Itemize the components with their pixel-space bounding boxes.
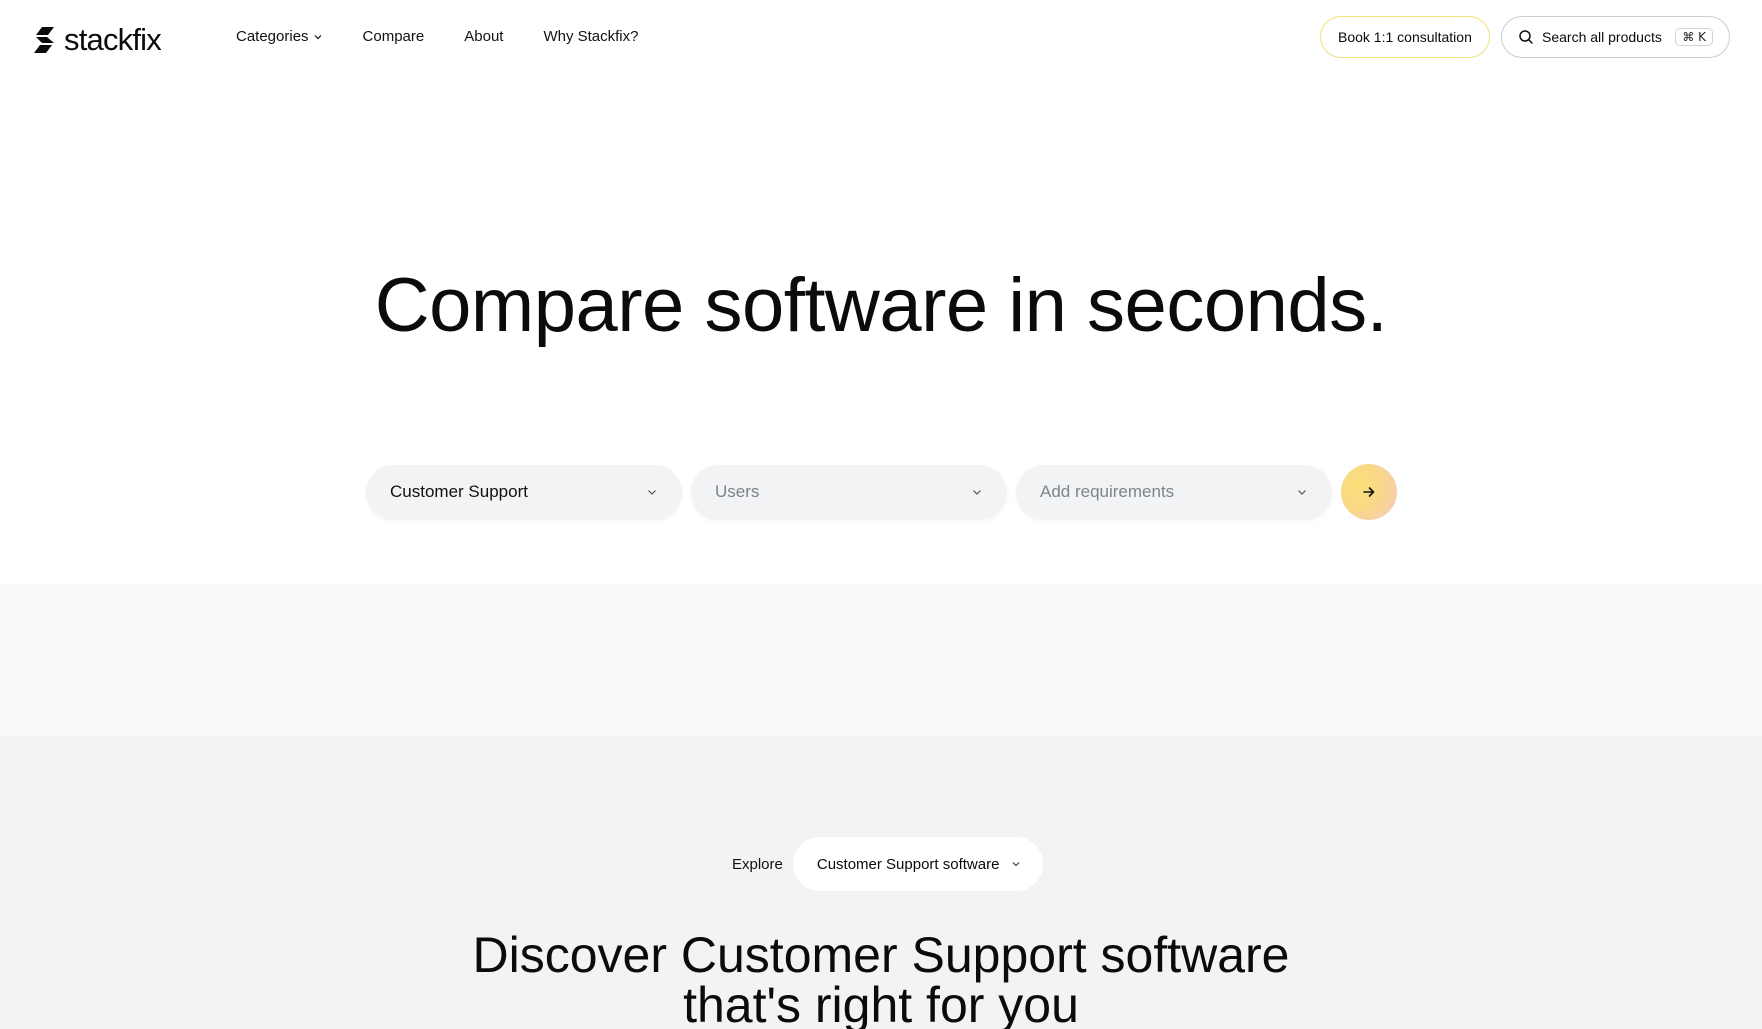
- nav-compare-label: Compare: [362, 28, 425, 45]
- chevron-down-icon: [648, 490, 656, 495]
- light-band: [0, 584, 1762, 736]
- chevron-down-icon: [1013, 862, 1020, 867]
- nav-categories[interactable]: Categories: [236, 28, 323, 45]
- brand-name: stackfix: [64, 22, 162, 57]
- chevron-down-icon: [973, 490, 981, 495]
- nav-about-label: About: [464, 28, 504, 45]
- search-label: Search all products: [1542, 29, 1662, 45]
- nav-categories-label: Categories: [236, 28, 309, 45]
- explore-row: Explore Customer Support software: [732, 837, 1044, 891]
- stackfix-logo[interactable]: stackfix: [32, 22, 162, 58]
- nav-why-stackfix-label: Why Stackfix?: [543, 28, 639, 45]
- users-select-placeholder: Users: [715, 482, 760, 501]
- arrow-right-icon: [1363, 487, 1375, 497]
- category-select-value: Customer Support: [390, 482, 528, 501]
- chevron-down-icon: [314, 34, 321, 39]
- category-select[interactable]: Customer Support: [366, 464, 682, 520]
- compare-filters: Customer Support Users Add requirements: [366, 464, 1397, 520]
- explore-label: Explore: [732, 855, 783, 873]
- users-select[interactable]: Users: [691, 464, 1007, 520]
- main-nav: Categories Compare About Why Stackfix?: [236, 28, 638, 45]
- requirements-select-placeholder: Add requirements: [1040, 482, 1175, 501]
- explore-category-select[interactable]: Customer Support software: [792, 837, 1044, 891]
- compare-submit-button[interactable]: [1341, 464, 1397, 520]
- nav-compare[interactable]: Compare: [363, 28, 425, 45]
- discover-heading: Discover Customer Support software that'…: [0, 930, 1762, 1029]
- site-header: stackfix Categories Compare About Why St…: [0, 0, 1762, 78]
- discover-line-2: that's right for you: [683, 977, 1079, 1029]
- stackfix-logo-icon: [34, 27, 54, 53]
- search-icon: [1519, 30, 1533, 44]
- nav-why-stackfix[interactable]: Why Stackfix?: [543, 28, 638, 45]
- book-consultation-button[interactable]: Book 1:1 consultation: [1320, 16, 1490, 58]
- nav-about[interactable]: About: [464, 28, 503, 45]
- chevron-down-icon: [1298, 490, 1306, 495]
- keyboard-shortcut-badge: ⌘ K: [1675, 28, 1713, 46]
- search-all-products-button[interactable]: Search all products ⌘ K: [1501, 16, 1730, 58]
- hero-title: Compare software in seconds.: [374, 263, 1388, 348]
- explore-select-value: Customer Support software: [816, 855, 1000, 873]
- discover-line-1: Discover Customer Support software: [472, 927, 1290, 983]
- requirements-select[interactable]: Add requirements: [1016, 464, 1332, 520]
